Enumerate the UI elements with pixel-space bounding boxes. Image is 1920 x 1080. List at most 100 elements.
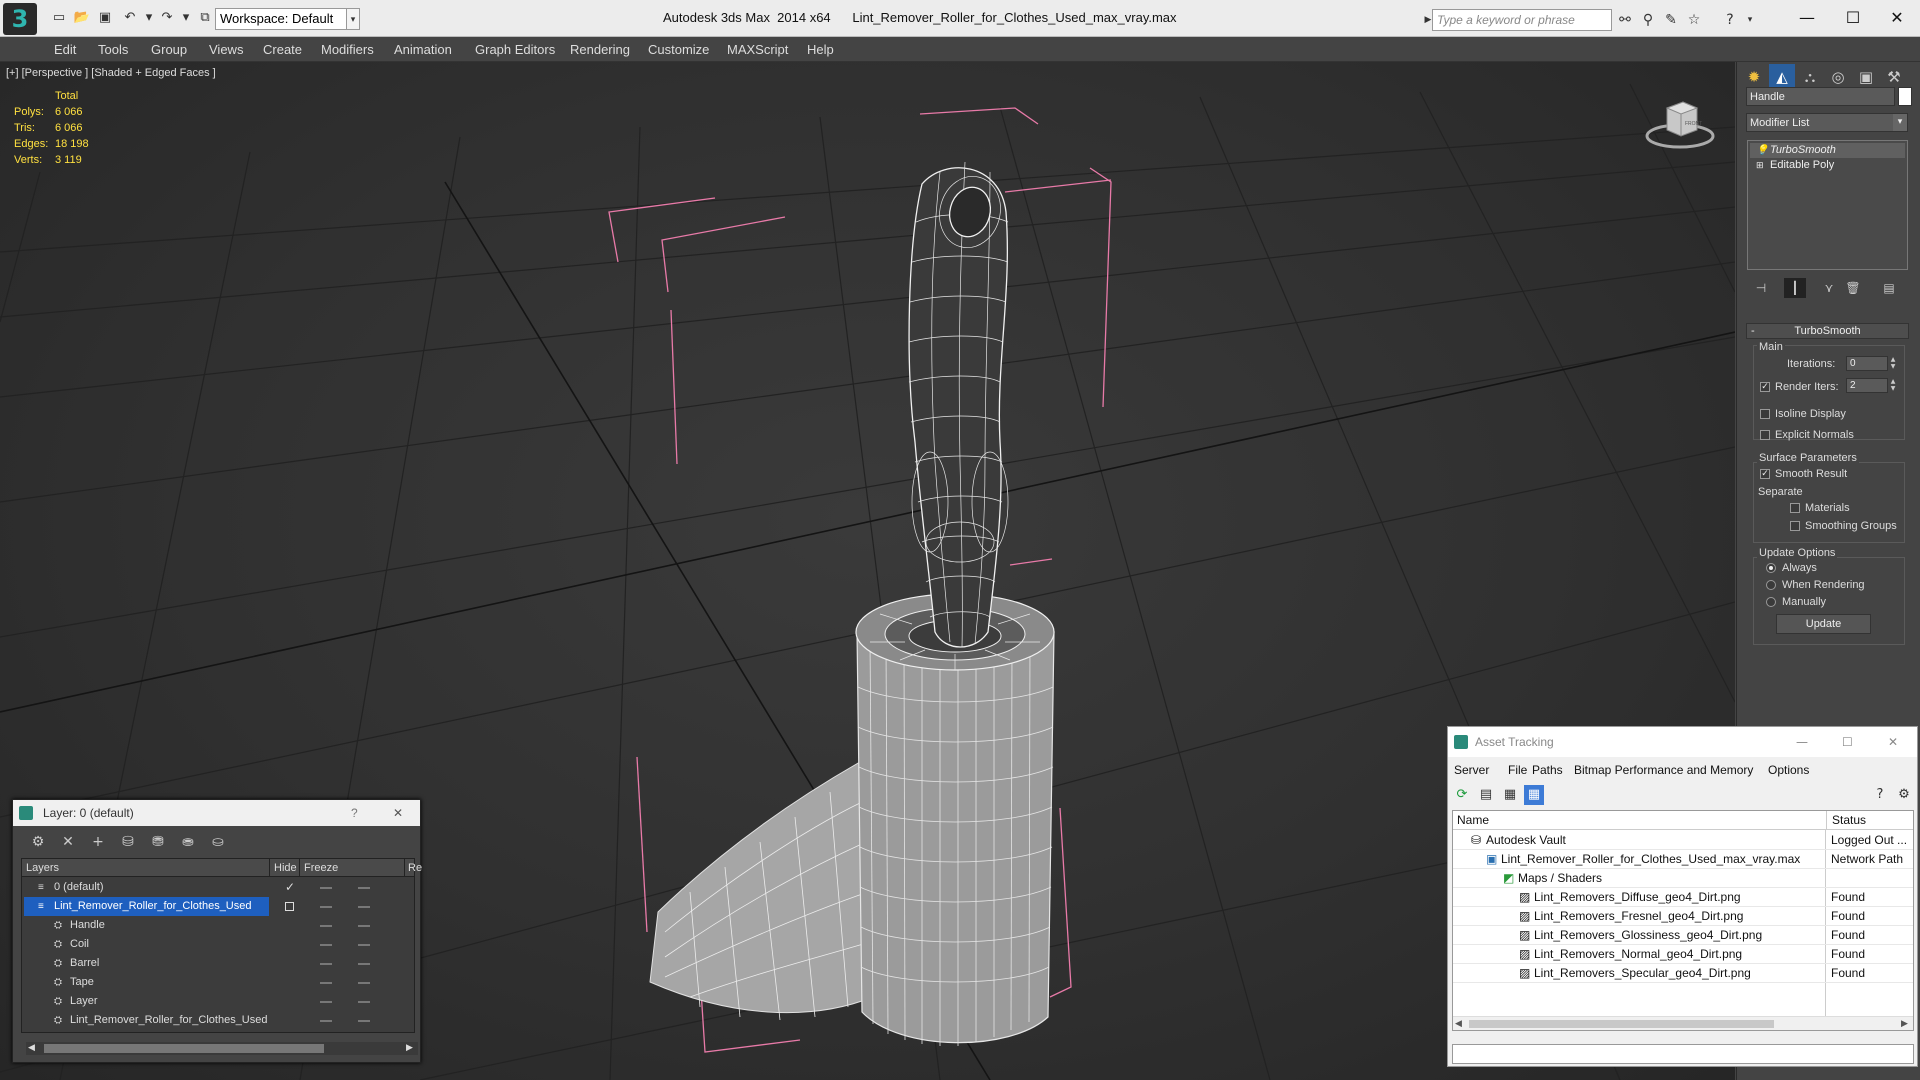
smoothing-groups-checkbox[interactable]	[1790, 521, 1800, 531]
asset-horizontal-scrollbar[interactable]: ◀ ▶	[1453, 1016, 1913, 1030]
layer-help-button[interactable]: ?	[351, 800, 358, 826]
app-logo-icon[interactable]: 3	[3, 3, 37, 35]
favorites-star-icon[interactable]: ☆	[1684, 10, 1704, 30]
set-current-layer-box[interactable]	[285, 902, 294, 911]
expand-plus-icon[interactable]: ⊞	[1756, 158, 1764, 173]
asset-menu-server[interactable]: Server	[1454, 763, 1489, 777]
asset-maximize-button[interactable]: ☐	[1842, 727, 1853, 757]
redo-dropdown-icon[interactable]: ▾	[177, 9, 195, 27]
highlight-layer-icon[interactable]: ⛃	[147, 832, 169, 852]
col-render[interactable]: Re	[404, 859, 422, 877]
smooth-result-checkbox[interactable]: ✓	[1760, 469, 1770, 479]
layer-window-titlebar[interactable]: Layer: 0 (default) ? ✕	[13, 800, 420, 826]
binoculars-icon[interactable]: ⚯	[1615, 10, 1635, 30]
menu-maxscript[interactable]: MAXScript	[727, 42, 788, 57]
table-view-icon[interactable]: ▦	[1524, 785, 1544, 805]
col-name[interactable]: Name	[1457, 811, 1489, 830]
layer-row[interactable]: ⛭ Barrel	[22, 954, 414, 973]
asset-menu-options[interactable]: Options	[1768, 763, 1809, 777]
workspace-select[interactable]: Workspace: Default	[215, 8, 358, 30]
open-file-icon[interactable]: 📂	[73, 9, 91, 27]
layer-row[interactable]: ⛭ Coil	[22, 935, 414, 954]
stack-item-editable-poly[interactable]: ⊞ Editable Poly	[1750, 158, 1905, 173]
layer-horizontal-scrollbar[interactable]: ◀ ▶	[26, 1042, 418, 1055]
add-layer-icon[interactable]: +	[87, 832, 109, 852]
redo-icon[interactable]: ↷	[158, 9, 176, 27]
subscription-icon[interactable]: ✎	[1661, 10, 1681, 30]
asset-close-button[interactable]: ✕	[1888, 727, 1898, 757]
close-button[interactable]: ✕	[1874, 4, 1920, 32]
col-layers[interactable]: Layers	[26, 859, 59, 877]
when-rendering-radio[interactable]	[1766, 580, 1776, 590]
asset-row[interactable]: ▨ Lint_Removers_Glossiness_geo4_Dirt.png…	[1453, 926, 1913, 945]
workspace-menu-icon[interactable]: ▾	[346, 8, 360, 30]
asset-row[interactable]: ▨ Lint_Removers_Diffuse_geo4_Dirt.png Fo…	[1453, 888, 1913, 907]
modifier-list-arrow-icon[interactable]: ▾	[1893, 114, 1907, 131]
layer-row[interactable]: ⛭ Layer	[22, 992, 414, 1011]
hide-all-layers-icon[interactable]: ⛂	[177, 832, 199, 852]
render-iters-spinner[interactable]: 2	[1846, 378, 1888, 393]
pin-stack-icon[interactable]: ⊣	[1750, 278, 1772, 298]
menu-modifiers[interactable]: Modifiers	[321, 42, 374, 57]
configure-modifier-sets-icon[interactable]: ▤	[1878, 278, 1900, 298]
undo-dropdown-icon[interactable]: ▾	[140, 9, 158, 27]
asset-path-field[interactable]	[1452, 1044, 1914, 1064]
menu-graph-editors[interactable]: Graph Editors	[475, 42, 555, 57]
show-end-result-icon[interactable]: ┃	[1784, 278, 1806, 298]
layer-row[interactable]: ⛭ Handle	[22, 916, 414, 935]
update-button[interactable]: Update	[1776, 614, 1871, 634]
layer-row[interactable]: ⛭ Lint_Remover_Roller_for_Clothes_Used	[22, 1011, 414, 1030]
refresh-icon[interactable]: ⟳	[1452, 785, 1472, 805]
layer-settings-icon[interactable]: ⚙	[27, 832, 49, 852]
viewcube-icon[interactable]: FRONT	[1645, 92, 1715, 152]
render-iters-spinner-arrows-icon[interactable]: ▲ ▼	[1888, 378, 1898, 393]
search-input[interactable]: Type a keyword or phrase	[1432, 9, 1612, 31]
col-hide[interactable]: Hide	[269, 859, 297, 877]
help-dropdown-icon[interactable]: ▾	[1740, 10, 1760, 30]
turbosmooth-rollout-header[interactable]: - TurboSmooth	[1746, 323, 1909, 339]
asset-row[interactable]: ⛁ Autodesk Vault Logged Out ...	[1453, 831, 1913, 850]
col-status[interactable]: Status	[1826, 811, 1866, 830]
asset-row[interactable]: ▨ Lint_Removers_Fresnel_geo4_Dirt.png Fo…	[1453, 907, 1913, 926]
layer-row[interactable]: ≡ Lint_Remover_Roller_for_Clothes_Used	[22, 897, 414, 916]
search-tool-icon[interactable]: ⚲	[1638, 10, 1658, 30]
render-iters-checkbox[interactable]: ✓	[1760, 382, 1770, 392]
asset-menu-paths[interactable]: Paths	[1532, 763, 1563, 777]
materials-checkbox[interactable]	[1790, 503, 1800, 513]
asset-menu-file[interactable]: File	[1508, 763, 1527, 777]
viewport-label[interactable]: [+] [Perspective ] [Shaded + Edged Faces…	[6, 66, 216, 80]
scroll-left-icon[interactable]: ◀	[28, 1042, 35, 1055]
explicit-normals-checkbox[interactable]	[1760, 430, 1770, 440]
col-freeze[interactable]: Freeze	[299, 859, 338, 877]
lightbulb-icon[interactable]: 💡	[1756, 143, 1768, 158]
menu-help[interactable]: Help	[807, 42, 834, 57]
select-objects-icon[interactable]: ⛁	[117, 832, 139, 852]
menu-group[interactable]: Group	[151, 42, 187, 57]
asset-scroll-right-icon[interactable]: ▶	[1901, 1017, 1908, 1031]
new-file-icon[interactable]: ▭	[50, 9, 68, 27]
layer-close-button[interactable]: ✕	[393, 800, 403, 826]
always-radio[interactable]	[1766, 563, 1776, 573]
object-name-field[interactable]: Handle	[1746, 87, 1895, 106]
asset-row[interactable]: ▣ Lint_Remover_Roller_for_Clothes_Used_m…	[1453, 850, 1913, 869]
asset-settings-icon[interactable]: ⚙	[1894, 785, 1914, 805]
menu-create[interactable]: Create	[263, 42, 302, 57]
undo-icon[interactable]: ↶	[121, 9, 139, 27]
layer-row[interactable]: ⛭ Tape	[22, 973, 414, 992]
menu-customize[interactable]: Customize	[648, 42, 709, 57]
menu-rendering[interactable]: Rendering	[570, 42, 630, 57]
stack-item-turbosmooth[interactable]: 💡 TurboSmooth	[1750, 143, 1905, 158]
asset-scroll-left-icon[interactable]: ◀	[1455, 1017, 1462, 1031]
object-color-swatch[interactable]	[1898, 87, 1912, 106]
asset-row[interactable]: ◩ Maps / Shaders	[1453, 869, 1913, 888]
manually-radio[interactable]	[1766, 597, 1776, 607]
minimize-button[interactable]: —	[1784, 4, 1830, 32]
current-layer-check-icon[interactable]: ✓	[285, 878, 295, 897]
asset-menu-bitmap-performance[interactable]: Bitmap Performance and Memory	[1574, 763, 1753, 777]
collapse-minus-icon[interactable]: -	[1751, 324, 1755, 338]
maximize-button[interactable]: ☐	[1830, 4, 1876, 32]
remove-modifier-icon[interactable]: 🗑	[1842, 278, 1864, 298]
modifier-list-dropdown[interactable]: Modifier List	[1746, 113, 1908, 132]
menu-animation[interactable]: Animation	[394, 42, 452, 57]
scroll-right-icon[interactable]: ▶	[406, 1042, 413, 1055]
